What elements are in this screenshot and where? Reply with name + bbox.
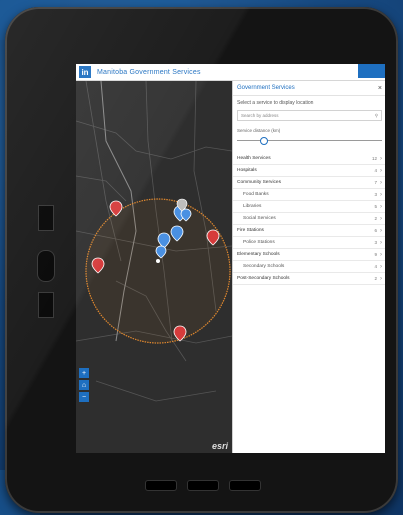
- home-button[interactable]: ⌂: [79, 380, 89, 390]
- list-item-count: 7: [374, 180, 377, 185]
- list-item-count: 3: [374, 192, 377, 197]
- list-item-label: Police Stations: [243, 240, 275, 245]
- panel-title: Government Services: [237, 85, 295, 91]
- list-item-label: Community Services: [237, 180, 281, 185]
- list-item-count: 4: [374, 264, 377, 269]
- list-item-count: 12: [371, 156, 377, 161]
- list-item[interactable]: Community Services 7 ›: [233, 177, 385, 189]
- list-item-meta: 4 ›: [374, 168, 382, 174]
- zoom-out-icon: −: [81, 393, 87, 401]
- list-item-meta: 7 ›: [374, 180, 382, 186]
- list-item[interactable]: Social Services 2 ›: [233, 213, 385, 225]
- list-item-meta: 6 ›: [374, 228, 382, 234]
- zoom-in-icon: +: [81, 369, 87, 377]
- list-item[interactable]: Fire Stations 6 ›: [233, 225, 385, 237]
- search-icon[interactable]: ⚲: [375, 113, 378, 119]
- list-item-label: Libraries: [243, 204, 262, 209]
- chevron-right-icon: ›: [380, 179, 382, 186]
- list-item-meta: 2 ›: [374, 276, 382, 282]
- tablet-side-button: [38, 292, 54, 318]
- search-placeholder: Search by address: [241, 113, 279, 118]
- list-item[interactable]: Police Stations 3 ›: [233, 237, 385, 249]
- list-item-count: 2: [374, 276, 377, 281]
- home-icon: ⌂: [81, 381, 87, 389]
- slider-track: [237, 140, 382, 141]
- buffer-circle: [85, 198, 231, 344]
- service-list: Health Services 12 › Hospitals 4 › Community S…: [233, 153, 385, 285]
- list-item-meta: 5 ›: [374, 204, 382, 210]
- list-item-label: Food Banks: [243, 192, 269, 197]
- center-point: [156, 259, 160, 263]
- list-item-meta: 9 ›: [374, 252, 382, 258]
- list-item-count: 3: [374, 240, 377, 245]
- list-item-meta: 4 ›: [374, 264, 382, 270]
- list-item-label: Fire Stations: [237, 228, 264, 233]
- list-item-label: Health Services: [237, 156, 271, 161]
- map-toolbar: + ⌂ −: [79, 368, 89, 402]
- list-item[interactable]: Hospitals 4 ›: [233, 165, 385, 177]
- app-title: Manitoba Government Services: [97, 68, 201, 76]
- chevron-right-icon: ›: [380, 275, 382, 282]
- list-item-count: 4: [374, 168, 377, 173]
- side-panel: Government Services × Select a service t…: [232, 64, 385, 453]
- chevron-right-icon: ›: [380, 167, 382, 174]
- list-item[interactable]: Post-Secondary Schools 2 ›: [233, 273, 385, 285]
- tablet-side-button: [37, 250, 55, 282]
- list-item-count: 6: [374, 228, 377, 233]
- list-item[interactable]: Elementary Schools 9 ›: [233, 249, 385, 261]
- map-canvas[interactable]: [76, 81, 232, 453]
- close-icon[interactable]: ×: [378, 85, 382, 92]
- tablet-screen: in Manitoba Government Services + ⌂ − es…: [76, 64, 385, 453]
- panel-header: Government Services ×: [233, 81, 385, 96]
- list-item-count: 5: [374, 204, 377, 209]
- list-item-meta: 3 ›: [374, 192, 382, 198]
- slider-handle[interactable]: [260, 137, 269, 145]
- list-item[interactable]: Health Services 12 ›: [233, 153, 385, 165]
- esri-attribution: esri: [211, 441, 228, 451]
- tablet-bottom-button: [145, 480, 177, 491]
- list-item-count: 2: [374, 216, 377, 221]
- slider-label: Service distance (km): [237, 128, 281, 133]
- list-item-count: 9: [374, 252, 377, 257]
- chevron-right-icon: ›: [380, 215, 382, 222]
- list-item-label: Post-Secondary Schools: [237, 276, 290, 281]
- panel-subtitle: Select a service to display location: [237, 100, 314, 106]
- app-header: in Manitoba Government Services: [76, 64, 385, 81]
- list-item-meta: 12 ›: [372, 156, 382, 162]
- list-item[interactable]: Secondary Schools 4 ›: [233, 261, 385, 273]
- list-item[interactable]: Food Banks 3 ›: [233, 189, 385, 201]
- chevron-right-icon: ›: [380, 263, 382, 270]
- app-logo: in: [79, 66, 91, 78]
- chevron-right-icon: ›: [380, 239, 382, 246]
- tablet-side-button: [38, 205, 54, 231]
- tablet-bottom-button: [187, 480, 219, 491]
- chevron-right-icon: ›: [380, 203, 382, 210]
- panel-tab[interactable]: [358, 64, 385, 78]
- list-item-meta: 3 ›: [374, 240, 382, 246]
- distance-slider[interactable]: [237, 137, 382, 145]
- list-item-label: Hospitals: [237, 168, 257, 173]
- zoom-out-button[interactable]: −: [79, 392, 89, 402]
- chevron-right-icon: ›: [380, 155, 382, 162]
- list-item[interactable]: Libraries 5 ›: [233, 201, 385, 213]
- list-item-label: Secondary Schools: [243, 264, 285, 269]
- zoom-in-button[interactable]: +: [79, 368, 89, 378]
- chevron-right-icon: ›: [380, 227, 382, 234]
- list-item-meta: 2 ›: [374, 216, 382, 222]
- list-item-label: Social Services: [243, 216, 276, 221]
- list-item-label: Elementary Schools: [237, 252, 280, 257]
- map-view[interactable]: + ⌂ − esri: [76, 81, 232, 453]
- tablet-bottom-button: [229, 480, 261, 491]
- search-field[interactable]: Search by address ⚲: [237, 110, 382, 121]
- chevron-right-icon: ›: [380, 191, 382, 198]
- chevron-right-icon: ›: [380, 251, 382, 258]
